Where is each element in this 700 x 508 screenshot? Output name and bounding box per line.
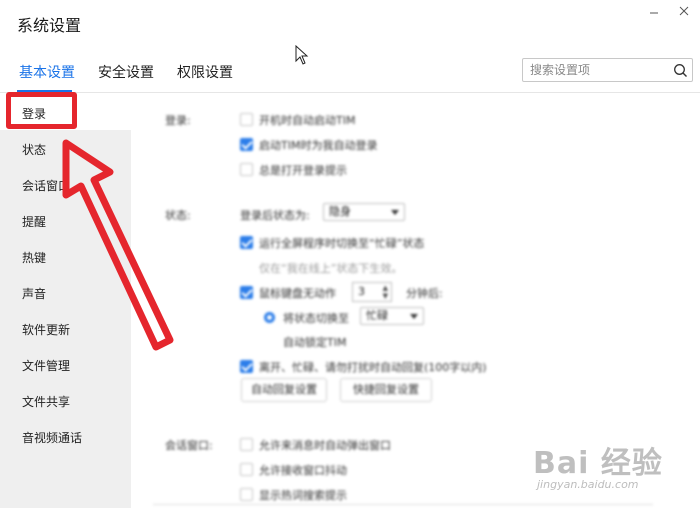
minimize-button[interactable] (647, 4, 661, 18)
auto-popup-text: 允许来消息时自动弹出窗口 (259, 439, 391, 452)
auto-reply-text: 离开、忙碌、请勿打扰时自动回复(100字以内) (259, 361, 487, 374)
auto-start-text: 开机时自动启动TIM (259, 114, 356, 127)
status-section-label: 状态: (165, 209, 191, 222)
login-prompt-text: 总是打开登录提示 (259, 164, 347, 177)
search-input[interactable] (523, 59, 668, 81)
auto-login-text: 启动TIM时为我自动登录 (259, 139, 378, 152)
tab-security-settings[interactable]: 安全设置 (98, 62, 154, 82)
sidebar-item-reminder[interactable]: 提醒 (22, 213, 46, 230)
sidebar-item-file-management[interactable]: 文件管理 (22, 357, 70, 374)
switch-status-select[interactable]: 忙碌 (360, 307, 424, 325)
minimize-icon (650, 12, 658, 14)
auto-start-checkbox[interactable] (240, 113, 253, 126)
watermark-logo: Bai 经验 (533, 446, 663, 481)
chat-window-section-label: 会话窗口: (165, 439, 213, 452)
idle-minutes-stepper[interactable]: 3 ▲ ▼ (352, 282, 392, 302)
search-box (522, 58, 693, 82)
title-bar: 系统设置 (0, 0, 700, 48)
watermark: Bai 经验 jingyan.baidu.com (533, 438, 663, 491)
search-icon[interactable] (673, 63, 688, 78)
close-icon (679, 6, 689, 16)
idle-text: 鼠标键盘无动作 (259, 287, 336, 300)
auto-popup-checkbox[interactable] (240, 438, 253, 451)
switch-status-radio[interactable] (264, 312, 275, 323)
close-button[interactable] (677, 4, 691, 18)
login-section-label: 登录: (165, 114, 191, 127)
fullscreen-busy-text: 运行全屏程序时切换至“忙碌”状态 (259, 237, 425, 250)
auto-lock-text: 自动锁定TIM (283, 336, 347, 349)
sidebar-item-file-sharing[interactable]: 文件共享 (22, 393, 70, 410)
switch-status-value: 忙碌 (366, 309, 388, 322)
bottom-divider (153, 504, 653, 505)
hot-search-checkbox[interactable] (240, 488, 253, 501)
sidebar-item-chat-window[interactable]: 会话窗口 (22, 177, 70, 194)
after-login-status-select[interactable]: 隐身 (323, 203, 405, 221)
settings-sidebar: 登录 状态 会话窗口 提醒 热键 声音 软件更新 文件管理 文件共享 音视频通话 (0, 94, 131, 508)
fullscreen-busy-checkbox[interactable] (240, 236, 253, 249)
watermark-url: jingyan.baidu.com (537, 478, 639, 491)
mouse-cursor-icon (295, 45, 309, 65)
fullscreen-note: 仅在“我在线上”状态下生效。 (259, 262, 403, 275)
login-prompt-checkbox[interactable] (240, 163, 253, 176)
sidebar-item-sound[interactable]: 声音 (22, 285, 46, 302)
auto-reply-checkbox[interactable] (240, 360, 253, 373)
chevron-down-icon (410, 314, 418, 319)
switch-status-text: 将状态切换至 (283, 312, 349, 325)
sidebar-item-status[interactable]: 状态 (22, 141, 46, 158)
auto-reply-settings-button[interactable]: 自动回复设置 (241, 378, 327, 402)
window-shake-checkbox[interactable] (240, 463, 253, 476)
window-title: 系统设置 (17, 16, 82, 35)
window-shake-text: 允许接收窗口抖动 (259, 464, 347, 477)
quick-reply-settings-button[interactable]: 快捷回复设置 (340, 378, 432, 402)
after-login-status-label: 登录后状态为: (240, 209, 310, 222)
sidebar-item-hotkey[interactable]: 热键 (22, 249, 46, 266)
idle-checkbox[interactable] (240, 286, 253, 299)
auto-login-checkbox[interactable] (240, 138, 253, 151)
idle-minutes-value: 3 (358, 285, 365, 298)
chevron-down-icon (391, 210, 399, 215)
sidebar-item-av-call[interactable]: 音视频通话 (22, 429, 82, 446)
sidebar-item-software-update[interactable]: 软件更新 (22, 321, 70, 338)
idle-unit-text: 分钟后: (406, 287, 443, 300)
tab-permission-settings[interactable]: 权限设置 (177, 62, 233, 82)
annotation-highlight-box (6, 92, 77, 129)
after-login-status-value: 隐身 (329, 205, 351, 218)
tab-basic-settings[interactable]: 基本设置 (19, 62, 75, 82)
hot-search-text: 显示热词搜索提示 (259, 489, 347, 502)
stepper-arrows-icon[interactable]: ▲ ▼ (383, 284, 388, 300)
